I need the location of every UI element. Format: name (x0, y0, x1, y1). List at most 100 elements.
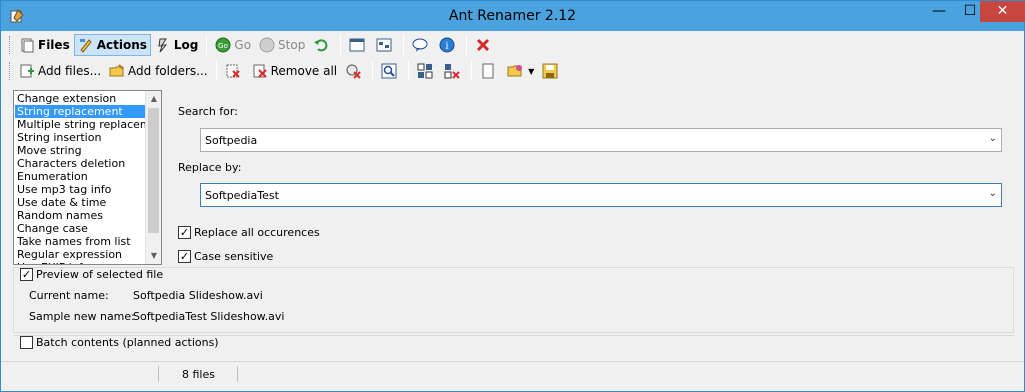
list-item[interactable]: String insertion (15, 131, 145, 144)
list-item[interactable]: Move string (15, 144, 145, 157)
status-separator (237, 366, 238, 382)
list-item[interactable]: Use date & time (15, 196, 145, 209)
checkbox-box[interactable]: ✓ (178, 226, 191, 239)
sample-new-name-label: Sample new name: (29, 310, 135, 323)
list-item[interactable]: Change extension (15, 92, 145, 105)
toolbar-separator (215, 61, 217, 81)
replace-by-combo[interactable]: SoftpediaTest ⌄ (200, 183, 1002, 207)
app-window: Ant Renamer 2.12 — ☐ ✕ Files Actions Log… (0, 0, 1025, 392)
toolbar-grip[interactable] (9, 36, 12, 54)
stop-button[interactable]: Stop (255, 34, 309, 56)
checkbox-box[interactable]: ✓ (178, 250, 191, 263)
close-button[interactable]: ✕ (980, 1, 1025, 22)
toolbar-separator (408, 61, 410, 81)
current-name-value: Softpedia Slideshow.avi (133, 289, 263, 302)
settings-button[interactable] (372, 34, 399, 56)
add-folders-label: Add folders... (128, 64, 208, 78)
svg-text:i: i (446, 41, 449, 52)
actions-icon (78, 37, 94, 53)
open-folder-icon (507, 63, 523, 79)
title-bar[interactable]: Ant Renamer 2.12 — ☐ ✕ (1, 1, 1025, 31)
sample-new-name-value: SoftpediaTest Slideshow.avi (133, 310, 285, 323)
log-label: Log (173, 38, 199, 52)
remove-all-icon (252, 63, 268, 79)
window-view-button[interactable] (345, 34, 372, 56)
add-folders-icon (109, 63, 125, 79)
list-item[interactable]: String replacement (15, 105, 145, 118)
toolbar-separator (206, 35, 208, 55)
list-item[interactable]: Change case (15, 222, 145, 235)
stop-icon (259, 37, 275, 53)
checkbox-box[interactable] (20, 336, 33, 349)
list-item[interactable]: Use EXIF info (15, 261, 145, 264)
go-label: Go (234, 38, 252, 52)
toolbar-separator (372, 61, 374, 81)
invert-selection-button[interactable] (440, 60, 467, 82)
remove-selected-button[interactable] (221, 60, 248, 82)
list-item[interactable]: Enumeration (15, 170, 145, 183)
exit-button[interactable] (471, 34, 498, 56)
search-button[interactable] (377, 60, 404, 82)
list-item[interactable]: Multiple string replacement (15, 118, 145, 131)
open-batch-button[interactable]: ▼ (503, 60, 538, 82)
current-name-label: Current name: (29, 289, 109, 302)
stop-label: Stop (278, 38, 306, 52)
actions-label: Actions (96, 38, 147, 52)
add-files-label: Add files... (38, 64, 102, 78)
svg-text:Go: Go (219, 42, 229, 50)
case-sensitive-label: Case sensitive (194, 250, 274, 263)
help-button[interactable] (408, 34, 435, 56)
undo-icon (313, 37, 329, 53)
chevron-down-icon[interactable]: ▼ (528, 67, 534, 76)
exit-icon (475, 37, 491, 53)
speech-bubble-icon (412, 37, 428, 53)
list-item[interactable]: Regular expression (15, 248, 145, 261)
new-batch-button[interactable] (476, 60, 503, 82)
case-sensitive-checkbox[interactable]: ✓ Case sensitive (178, 250, 273, 263)
actions-list: Change extension String replacement Multip… (15, 92, 145, 264)
select-all-button[interactable] (413, 60, 440, 82)
replace-all-checkbox[interactable]: ✓ Replace all occurences (178, 226, 320, 239)
chevron-down-icon[interactable]: ⌄ (989, 188, 997, 199)
preview-checkbox[interactable]: ✓ Preview of selected file (20, 268, 163, 281)
save-batch-button[interactable] (538, 60, 565, 82)
files-label: Files (38, 38, 70, 52)
log-tab-button[interactable]: Log (151, 34, 202, 56)
search-for-value: Softpedia (205, 134, 258, 147)
batch-contents-label: Batch contents (planned actions) (36, 336, 219, 349)
new-document-icon (480, 63, 496, 79)
search-for-combo[interactable]: Softpedia ⌄ (200, 128, 1002, 152)
toolbar-grip[interactable] (9, 62, 12, 80)
scroll-up-arrow[interactable]: ▲ (146, 91, 161, 107)
go-icon: Go (215, 37, 231, 53)
list-item[interactable]: Take names from list (15, 235, 145, 248)
remove-selected-icon (225, 63, 241, 79)
search-icon (381, 63, 397, 79)
scroll-down-arrow[interactable]: ▼ (146, 248, 161, 264)
add-files-icon (19, 63, 35, 79)
actions-list-scrollbar[interactable]: ▲ ▼ (145, 91, 161, 264)
batch-contents-checkbox[interactable]: Batch contents (planned actions) (20, 336, 219, 349)
remove-all-button[interactable]: Remove all (248, 60, 342, 82)
actions-tab-button[interactable]: Actions (73, 34, 151, 56)
list-item[interactable]: Random names (15, 209, 145, 222)
files-toolbar: Add files... Add folders... Remove all ▼ (7, 58, 565, 84)
go-button[interactable]: Go Go (211, 34, 255, 56)
checkbox-box[interactable]: ✓ (20, 268, 33, 281)
chevron-down-icon[interactable]: ⌄ (989, 133, 997, 144)
toolbar-separator (403, 35, 405, 55)
scroll-thumb[interactable] (148, 108, 159, 233)
status-separator (158, 366, 159, 382)
add-folders-button[interactable]: Add folders... (105, 60, 212, 82)
about-button[interactable]: i (435, 34, 462, 56)
file-count: 8 files (182, 368, 215, 381)
remove-dead-button[interactable] (341, 60, 368, 82)
actions-listbox[interactable]: Change extension String replacement Multip… (13, 90, 162, 265)
files-tab-button[interactable]: Files (15, 34, 74, 56)
list-item[interactable]: Characters deletion (15, 157, 145, 170)
undo-button[interactable] (309, 34, 336, 56)
add-files-button[interactable]: Add files... (15, 60, 105, 82)
info-icon: i (439, 37, 455, 53)
list-item[interactable]: Use mp3 tag info (15, 183, 145, 196)
minimize-button[interactable]: — (925, 1, 953, 22)
